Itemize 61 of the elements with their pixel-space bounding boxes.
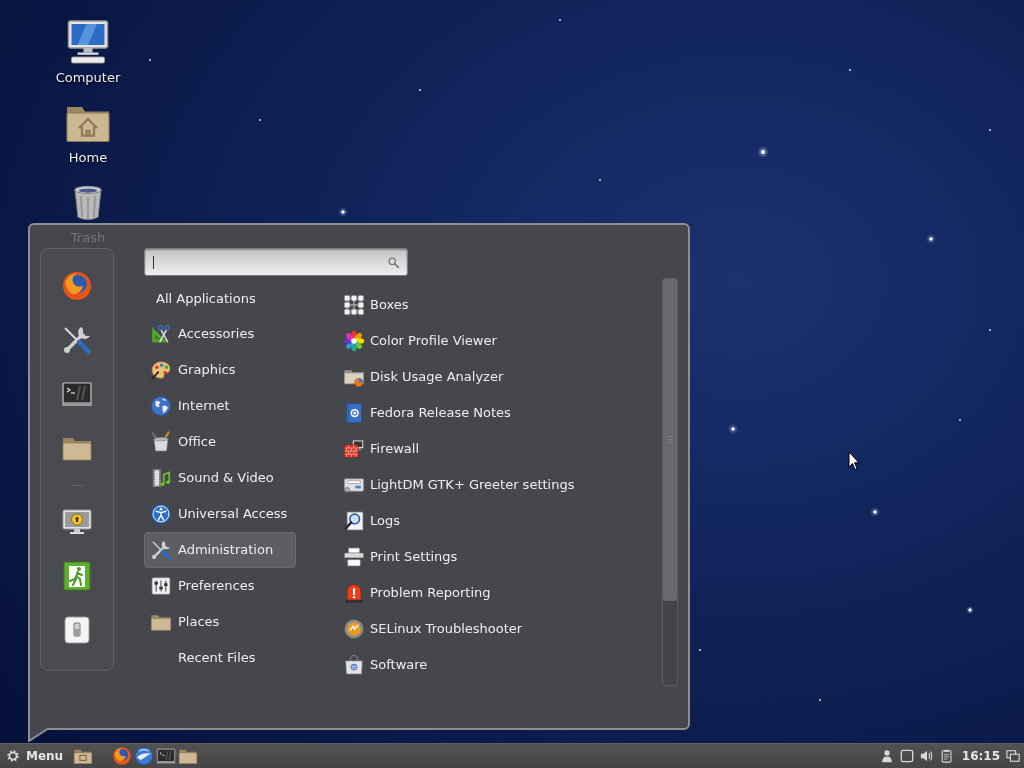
palette-icon [150, 359, 172, 381]
brush-cup-icon [150, 431, 172, 453]
flower-icon [343, 330, 365, 352]
desktop-shortcut[interactable]: Home [48, 98, 128, 178]
film-note-icon [150, 467, 172, 489]
search-icon [387, 255, 400, 269]
wrench-screwdriver-icon[interactable] [61, 324, 93, 356]
desktop-shortcut[interactable]: Computer [48, 18, 128, 98]
gear-icon [6, 749, 20, 763]
category-item[interactable]: Sound & Video [144, 460, 296, 496]
wrench-screwdriver-icon [150, 539, 172, 561]
app-item[interactable]: Disk Usage Analyzer [336, 359, 662, 395]
app-item[interactable]: Fedora Release Notes [336, 395, 662, 431]
menu-button[interactable]: Menu [3, 746, 67, 766]
bird-globe-icon[interactable] [134, 746, 155, 766]
exit-sign-icon[interactable] [61, 560, 93, 592]
clock[interactable]: 16:15 [961, 747, 1000, 765]
category-item[interactable]: All Applications [144, 282, 296, 316]
control-panel-icon [150, 575, 172, 597]
box-grid-icon [343, 294, 365, 316]
category-item[interactable]: Accessories [144, 316, 296, 352]
category-item[interactable]: Office [144, 424, 296, 460]
fox-globe-icon[interactable] [112, 746, 133, 766]
mouse-pointer-icon [848, 451, 860, 471]
app-item[interactable]: Color Profile Viewer [336, 323, 662, 359]
windows-icon[interactable] [1006, 749, 1020, 763]
app-item[interactable]: Firewall [336, 431, 662, 467]
app-item[interactable]: Print Settings [336, 539, 662, 575]
user-icon[interactable] [879, 749, 894, 763]
shopping-bag-icon [343, 654, 365, 676]
brick-wall-icon [343, 438, 365, 460]
toggle-switch-icon[interactable] [61, 614, 93, 646]
fox-globe-icon[interactable] [61, 270, 93, 302]
category-item[interactable]: Graphics [144, 352, 296, 388]
book-icon [343, 402, 365, 424]
globe-icon [150, 395, 172, 417]
category-item[interactable]: Universal Access [144, 496, 296, 532]
category-item[interactable]: Places [144, 604, 296, 640]
app-item[interactable]: Software [336, 647, 662, 683]
category-item[interactable]: Recent Files [144, 640, 296, 676]
search-field[interactable] [144, 248, 408, 276]
app-item[interactable]: Logs [336, 503, 662, 539]
app-item[interactable]: SELinux Troubleshooter [336, 611, 662, 647]
emblem-icon [343, 618, 365, 640]
ruler-scissors-icon [150, 323, 172, 345]
window-icon[interactable] [899, 749, 914, 763]
scrollbar[interactable] [662, 278, 678, 686]
accessibility-icon [150, 503, 172, 525]
app-item[interactable]: Problem Reporting [336, 575, 662, 611]
app-item[interactable]: Boxes [336, 287, 662, 323]
terminal-icon[interactable] [156, 746, 177, 766]
clipboard-icon[interactable] [939, 749, 954, 763]
speaker-icon[interactable] [919, 749, 934, 763]
category-item[interactable]: Administration [144, 532, 296, 568]
app-item[interactable]: LightDM GTK+ Greeter settings [336, 467, 662, 503]
scrollbar-thumb[interactable] [663, 279, 677, 601]
magnifier-document-icon [343, 510, 365, 532]
alarm-light-icon [343, 582, 365, 604]
printer-icon [343, 546, 365, 568]
category-item[interactable]: Internet [144, 388, 296, 424]
category-item[interactable]: Preferences [144, 568, 296, 604]
